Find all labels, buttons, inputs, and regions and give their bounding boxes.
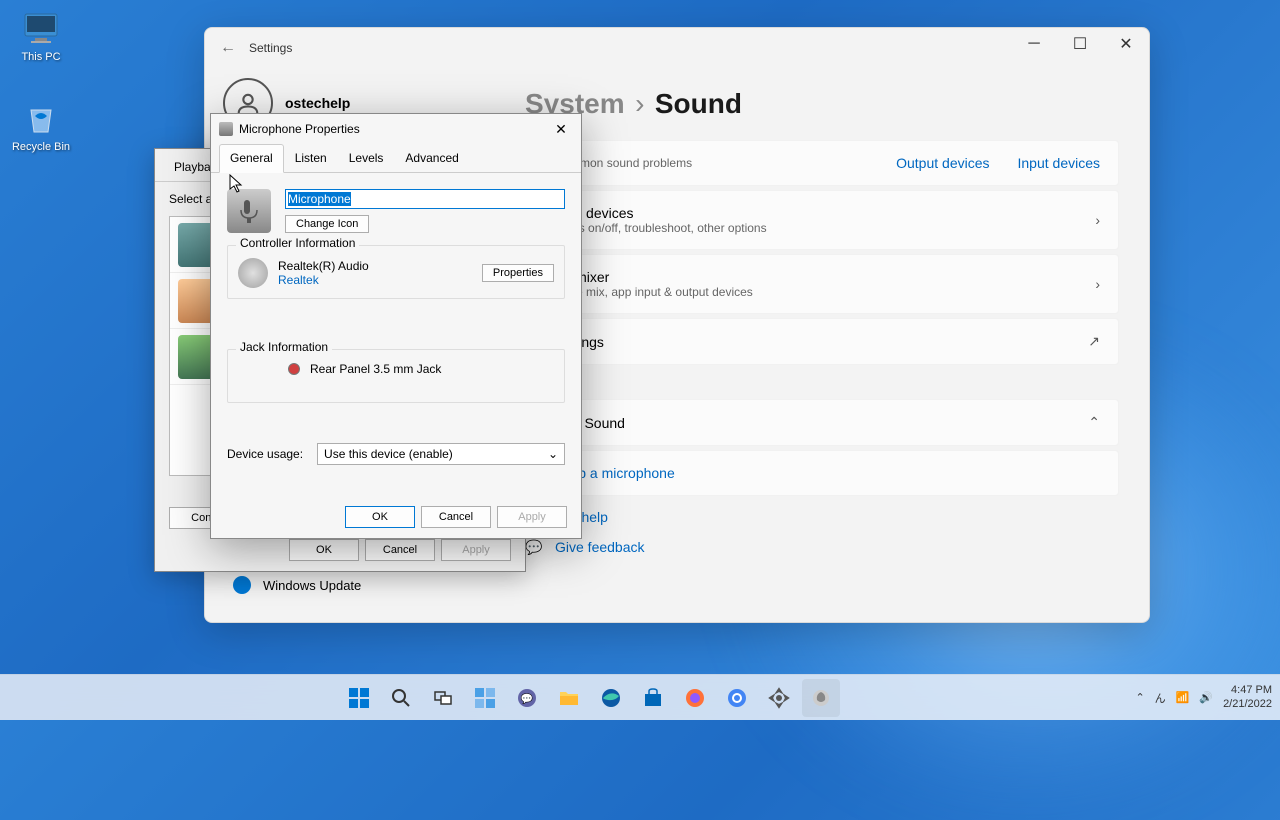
apply-button: Apply [497, 506, 567, 528]
close-button[interactable]: ✕ [1103, 28, 1149, 60]
clock[interactable]: 4:47 PM 2/21/2022 [1223, 684, 1272, 710]
ok-button[interactable]: OK [345, 506, 415, 528]
desktop-icon-label: Recycle Bin [12, 141, 70, 153]
device-usage-label: Device usage: [227, 447, 303, 461]
maximize-button[interactable]: ☐ [1057, 28, 1103, 60]
more-sound-settings-card[interactable]: d settings ↗ [525, 318, 1119, 365]
input-devices-link[interactable]: Input devices [1018, 155, 1101, 171]
apply-button: Apply [441, 539, 511, 561]
update-icon [233, 576, 251, 594]
tray-chevron[interactable]: ⌃ [1135, 691, 1144, 704]
tab-listen[interactable]: Listen [284, 144, 338, 172]
wifi-icon[interactable]: 📶 [1176, 691, 1190, 704]
controller-vendor-link[interactable]: Realtek [278, 273, 472, 287]
give-feedback-link[interactable]: 💬 Give feedback [525, 538, 1119, 556]
chrome-button[interactable] [718, 679, 756, 717]
chevron-up-icon: ⌃ [1088, 414, 1100, 431]
edge-button[interactable] [592, 679, 630, 717]
language-indicator[interactable]: ん [1155, 690, 1166, 706]
tab-advanced[interactable]: Advanced [394, 144, 469, 172]
cancel-button[interactable]: Cancel [421, 506, 491, 528]
microphone-icon [219, 122, 233, 136]
device-usage-select[interactable]: Use this device (enable) ⌄ [317, 443, 565, 465]
controller-name: Realtek(R) Audio [278, 259, 472, 273]
dialog-title: Microphone Properties [239, 122, 360, 136]
volume-icon[interactable]: 🔊 [1199, 691, 1213, 704]
svg-text:💬: 💬 [521, 692, 534, 705]
explorer-button[interactable] [550, 679, 588, 717]
tab-general[interactable]: General [219, 144, 284, 173]
setting-up-microphone-link[interactable]: ting up a microphone [525, 450, 1119, 496]
microphone-properties-dialog: Microphone Properties ✕ General Listen L… [210, 113, 582, 539]
minimize-button[interactable]: ─ [1011, 28, 1057, 60]
recycle-bin-icon [21, 98, 61, 138]
settings-taskbar-button[interactable] [760, 679, 798, 717]
start-button[interactable] [340, 679, 378, 717]
widgets-button[interactable] [466, 679, 504, 717]
desktop-icon-label: This PC [21, 51, 60, 63]
feedback-icon: 💬 [525, 538, 543, 556]
microphone-device-icon [227, 189, 271, 233]
active-app-button[interactable] [802, 679, 840, 717]
troubleshoot-card: ot common sound problems Output devices … [525, 140, 1119, 186]
help-with-sound-header[interactable]: p with Sound ⌃ [525, 399, 1119, 446]
chevron-right-icon: › [1095, 276, 1100, 292]
pc-icon [21, 8, 61, 48]
cancel-button[interactable]: Cancel [365, 539, 435, 561]
get-help-link[interactable]: ❔ Get help [525, 508, 1119, 526]
volume-mixer-card[interactable]: ume mixer volume mix, app input & output… [525, 254, 1119, 314]
sidebar-item-label: Windows Update [263, 578, 361, 593]
jack-info-group: Jack Information Rear Panel 3.5 mm Jack [227, 349, 565, 403]
settings-main-content: System › Sound ot common sound problems … [495, 68, 1149, 622]
breadcrumb: System › Sound [525, 88, 1119, 120]
device-name-input[interactable] [285, 189, 565, 209]
close-button[interactable]: ✕ [545, 118, 577, 140]
all-sound-devices-card[interactable]: sound devices devices on/off, troublesho… [525, 190, 1119, 250]
controller-info-group: Controller Information Realtek(R) Audio … [227, 245, 565, 299]
chevron-right-icon: › [1095, 212, 1100, 228]
taskbar: 💬 ⌃ ん 📶 🔊 4:47 PM 2/21/2022 [0, 674, 1280, 720]
window-title: Settings [249, 41, 292, 55]
breadcrumb-leaf: Sound [655, 88, 742, 119]
jack-name: Rear Panel 3.5 mm Jack [310, 362, 441, 376]
jack-color-indicator [288, 363, 300, 375]
sidebar-item-windows-update[interactable]: Windows Update [223, 568, 477, 602]
output-devices-link[interactable]: Output devices [896, 155, 989, 171]
username: ostechelp [285, 95, 350, 111]
properties-button[interactable]: Properties [482, 264, 554, 282]
desktop-icon-recycle-bin[interactable]: Recycle Bin [6, 98, 76, 153]
back-button[interactable]: ← [213, 39, 243, 57]
ok-button[interactable]: OK [289, 539, 359, 561]
tab-levels[interactable]: Levels [338, 144, 395, 172]
external-link-icon: ↗ [1088, 333, 1100, 350]
group-title: Controller Information [236, 236, 359, 250]
settings-titlebar: ← Settings ─ ☐ ✕ [205, 28, 1149, 68]
mic-titlebar: Microphone Properties ✕ [211, 114, 581, 144]
desktop-icon-this-pc[interactable]: This PC [6, 8, 76, 63]
chevron-right-icon: › [635, 88, 644, 119]
task-view-button[interactable] [424, 679, 462, 717]
group-title: Jack Information [236, 340, 332, 354]
controller-icon [238, 258, 268, 288]
firefox-button[interactable] [676, 679, 714, 717]
search-button[interactable] [382, 679, 420, 717]
change-icon-button[interactable]: Change Icon [285, 215, 369, 233]
mic-tabs: General Listen Levels Advanced [211, 144, 581, 173]
store-button[interactable] [634, 679, 672, 717]
teams-button[interactable]: 💬 [508, 679, 546, 717]
chevron-down-icon: ⌄ [548, 447, 558, 461]
